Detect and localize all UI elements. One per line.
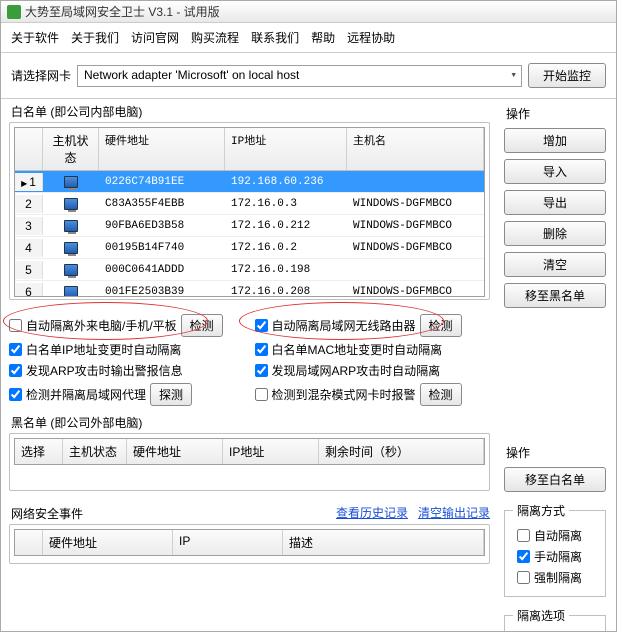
col-hw[interactable]: 硬件地址 <box>99 128 225 170</box>
table-row[interactable]: 5000C0641ADDD172.16.0.198 <box>15 259 484 281</box>
chk-arp-lan-auto[interactable] <box>255 364 268 377</box>
whitelist-title: 白名单 (即公司内部电脑) <box>9 99 490 122</box>
chk-arp-warn[interactable] <box>9 364 22 377</box>
chk-detect-promisc[interactable] <box>255 388 268 401</box>
detect-promisc-button[interactable]: 检测 <box>420 383 462 406</box>
export-button[interactable]: 导出 <box>504 190 606 215</box>
table-row[interactable]: 2C83A355F4EBB172.16.0.3WINDOWS-DGFMBCO <box>15 193 484 215</box>
probe-button[interactable]: 探测 <box>150 383 192 406</box>
table-row[interactable]: 390FBA6ED3B58172.16.0.212WINDOWS-DGFMBCO <box>15 215 484 237</box>
clear-output-link[interactable]: 清空输出记录 <box>418 504 490 521</box>
options-panel: 自动隔离外来电脑/手机/平板 检测 自动隔离局域网无线路由器 检测 白名单IP地… <box>9 310 490 410</box>
blacklist-grid[interactable]: 选择 主机状态 硬件地址 IP地址 剩余时间（秒） <box>14 438 485 465</box>
move-to-whitelist-button[interactable]: 移至白名单 <box>504 467 606 492</box>
table-row[interactable]: 400195B14F740172.16.0.2WINDOWS-DGFMBCO <box>15 237 484 259</box>
chk-auto-isolate-foreign[interactable] <box>9 319 22 332</box>
pc-icon <box>64 286 78 297</box>
col-ip[interactable]: IP地址 <box>225 128 347 170</box>
pc-icon <box>64 220 78 232</box>
pc-icon <box>64 198 78 210</box>
menu-help[interactable]: 帮助 <box>311 29 335 46</box>
menu-about-software[interactable]: 关于软件 <box>11 29 59 46</box>
window-title: 大势至局域网安全卫士 V3.1 - 试用版 <box>25 3 220 20</box>
adapter-label: 请选择网卡 <box>11 67 71 84</box>
adapter-select[interactable]: Network adapter 'Microsoft' on local hos… <box>77 65 522 87</box>
isolate-options-group: 隔离选项 禁止访问内网 禁止访问外网 <box>504 607 606 631</box>
events-title: 网络安全事件 <box>9 501 336 524</box>
pc-icon <box>64 176 78 188</box>
col-status[interactable]: 主机状态 <box>43 128 99 170</box>
menu-purchase[interactable]: 购买流程 <box>191 29 239 46</box>
whitelist-grid[interactable]: 主机状态 硬件地址 IP地址 主机名 10226C74B91EE192.168.… <box>14 127 485 297</box>
app-icon <box>7 5 21 19</box>
history-link[interactable]: 查看历史记录 <box>336 504 408 521</box>
menu-about-us[interactable]: 关于我们 <box>71 29 119 46</box>
table-row[interactable]: 6001FE2503B39172.16.0.208WINDOWS-DGFMBCO <box>15 281 484 297</box>
pc-icon <box>64 264 78 276</box>
chk-auto-isolate[interactable] <box>517 529 530 542</box>
clear-button[interactable]: 清空 <box>504 252 606 277</box>
detect-router-button[interactable]: 检测 <box>420 314 462 337</box>
blacklist-title: 黑名单 (即公司外部电脑) <box>9 410 490 433</box>
menu-remote-assist[interactable]: 远程协助 <box>347 29 395 46</box>
isolate-mode-group: 隔离方式 自动隔离 手动隔离 强制隔离 <box>504 502 606 597</box>
ops-label-2: 操作 <box>506 444 606 461</box>
chk-auto-isolate-router[interactable] <box>255 319 268 332</box>
events-grid[interactable]: 硬件地址 IP 描述 <box>14 529 485 556</box>
menu-contact[interactable]: 联系我们 <box>251 29 299 46</box>
import-button[interactable]: 导入 <box>504 159 606 184</box>
chk-whitelist-ip-auto[interactable] <box>9 343 22 356</box>
table-row[interactable]: 10226C74B91EE192.168.60.236 <box>15 171 484 193</box>
pc-icon <box>64 242 78 254</box>
add-button[interactable]: 增加 <box>504 128 606 153</box>
start-monitor-button[interactable]: 开始监控 <box>528 63 606 88</box>
chk-detect-proxy[interactable] <box>9 388 22 401</box>
chk-manual-isolate[interactable] <box>517 550 530 563</box>
menu-website[interactable]: 访问官网 <box>131 29 179 46</box>
menubar: 关于软件 关于我们 访问官网 购买流程 联系我们 帮助 远程协助 <box>1 23 616 53</box>
chk-force-isolate[interactable] <box>517 571 530 584</box>
chk-whitelist-mac-auto[interactable] <box>255 343 268 356</box>
detect-foreign-button[interactable]: 检测 <box>181 314 223 337</box>
delete-button[interactable]: 删除 <box>504 221 606 246</box>
move-to-blacklist-button[interactable]: 移至黑名单 <box>504 283 606 308</box>
ops-label-1: 操作 <box>506 105 606 122</box>
col-host[interactable]: 主机名 <box>347 128 484 170</box>
